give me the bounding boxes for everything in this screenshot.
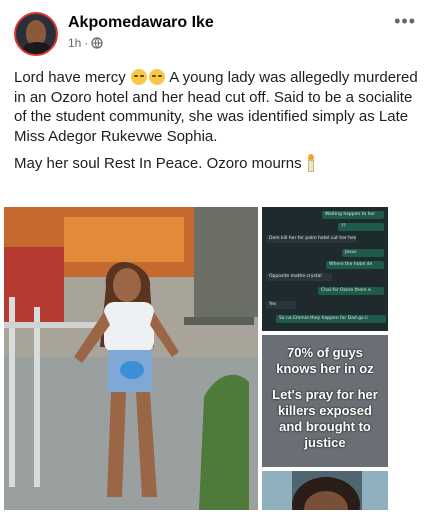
author-name[interactable]: Akpomedawaro Ike bbox=[68, 14, 214, 32]
quote-line-1: 70% of guys knows her in oz bbox=[276, 345, 374, 376]
post-text-part-1: Lord have mercy bbox=[14, 69, 130, 86]
post-paragraph-1: Lord have mercy A young lady was alleged… bbox=[14, 68, 426, 146]
globe-icon bbox=[91, 37, 103, 49]
photo-grid: Waiting happen to her ?? Dem kill her fo… bbox=[4, 207, 388, 510]
chat-bubble: Where the hotel de bbox=[326, 261, 384, 269]
post-body: Lord have mercy A young lady was alleged… bbox=[14, 68, 426, 182]
chat-bubble: Waiting happen to her bbox=[322, 211, 384, 219]
meta-separator: · bbox=[84, 36, 89, 50]
crying-face-emoji bbox=[148, 69, 165, 85]
post-header: Akpomedawaro Ike 1h · ••• bbox=[14, 12, 434, 60]
chat-bubble: Chai for Ozoro there e bbox=[318, 287, 384, 295]
chat-bubble: Opposite mathe crystal bbox=[266, 273, 332, 281]
main-photo[interactable] bbox=[4, 207, 258, 510]
crying-face-emoji bbox=[130, 69, 147, 85]
chat-bubble: Dem kill her for palm hotel cut her head bbox=[266, 235, 356, 243]
candle-emoji bbox=[306, 154, 316, 172]
post-time[interactable]: 1h bbox=[68, 36, 81, 50]
post-text-part-3: May her soul Rest In Peace. Ozoro mourns bbox=[14, 155, 302, 172]
post-meta: 1h · bbox=[68, 36, 103, 50]
chat-bubble: So na Emmie they happen for Dad go ii bbox=[276, 315, 386, 323]
chat-bubble: Yes bbox=[266, 301, 296, 309]
more-options-icon[interactable]: ••• bbox=[394, 12, 416, 30]
post-paragraph-2: May her soul Rest In Peace. Ozoro mourns bbox=[14, 154, 426, 174]
chat-bubble: ?? bbox=[338, 223, 384, 231]
main-photo-image bbox=[4, 207, 258, 510]
author-avatar[interactable] bbox=[14, 12, 58, 56]
quote-line-2: Let's pray for her killers exposed and b… bbox=[272, 387, 378, 450]
face-photo[interactable] bbox=[262, 471, 388, 510]
quote-photo[interactable]: 70% of guys knows her in oz Let's pray f… bbox=[262, 335, 388, 467]
chat-screenshot-photo[interactable]: Waiting happen to her ?? Dem kill her fo… bbox=[262, 207, 388, 331]
face-photo-image bbox=[262, 471, 388, 510]
chat-bubble: Jesus bbox=[342, 249, 384, 257]
